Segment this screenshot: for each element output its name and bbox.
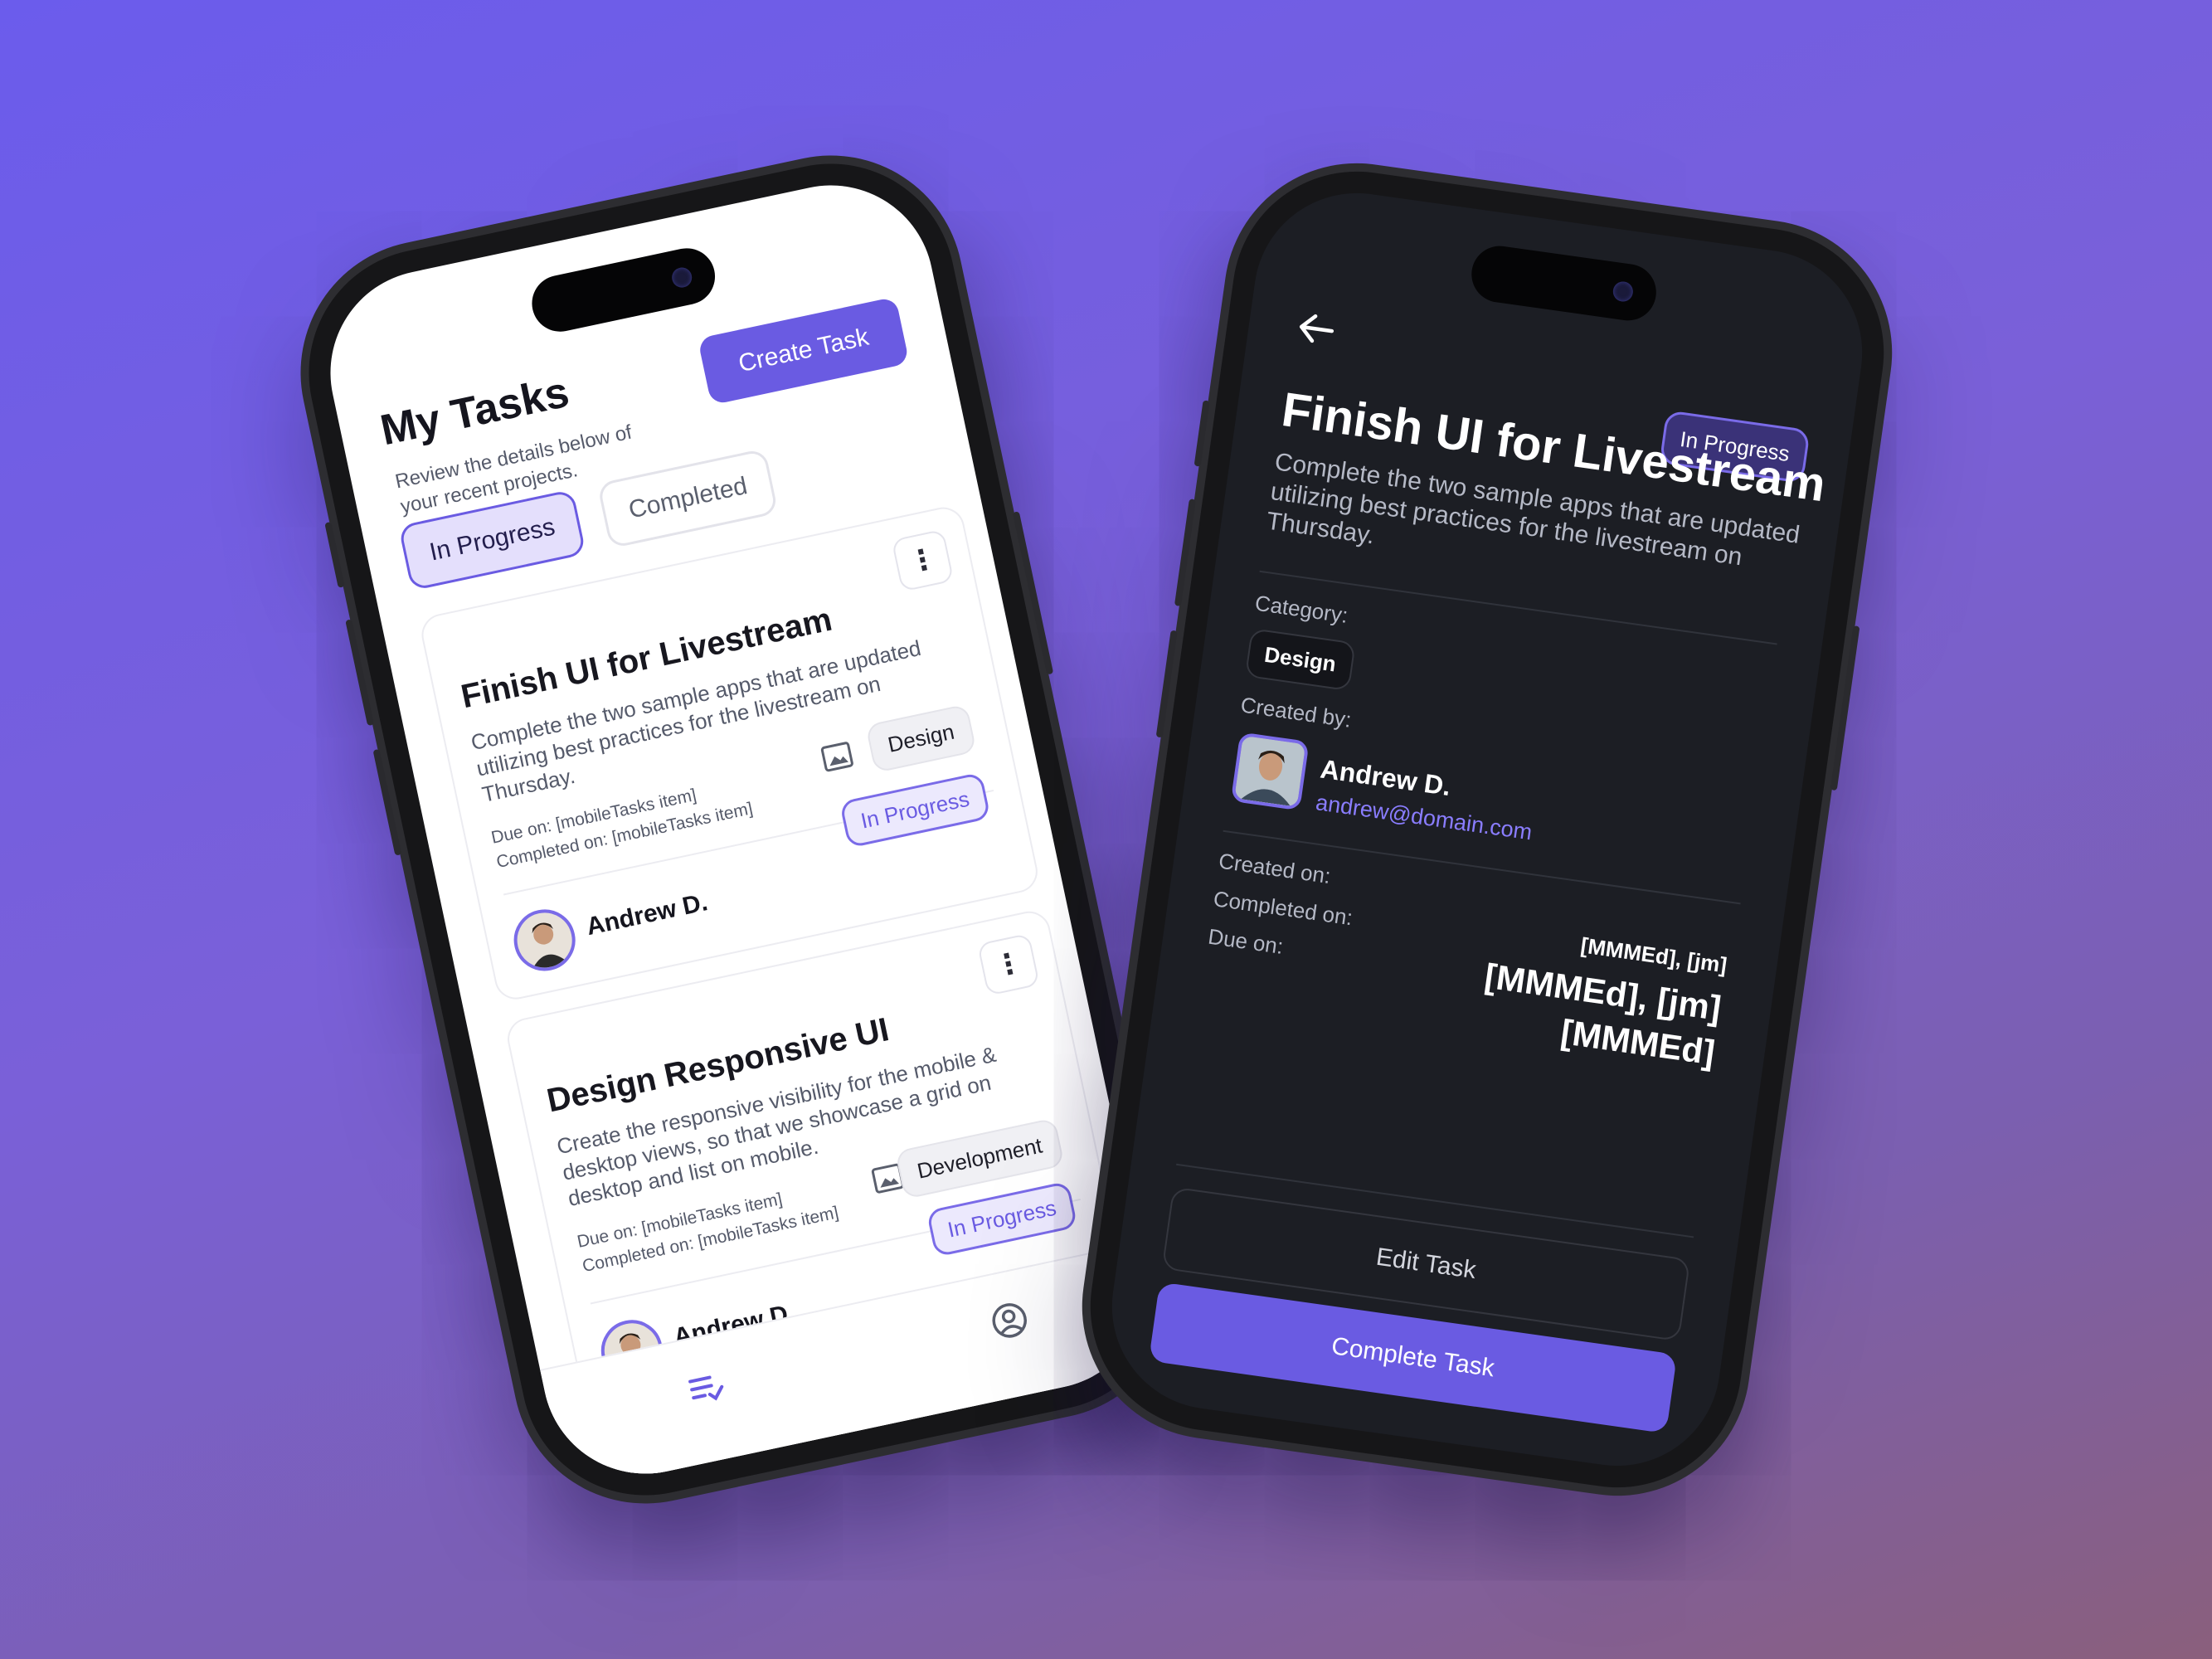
task-detail-screen: In Progress Finish UI for Livestream Com… — [1098, 179, 1876, 1480]
arrow-left-icon[interactable] — [1295, 309, 1337, 348]
phone-side-button — [324, 521, 345, 588]
phone-light-mockup: My Tasks Review the details below of you… — [285, 140, 1191, 1519]
created-by-label: Created by: — [1239, 692, 1354, 732]
phone-volume-up-button — [345, 619, 375, 727]
phone-side-button — [1194, 400, 1210, 467]
phone-dark-mockup: In Progress Finish UI for Livestream Com… — [1074, 155, 1900, 1504]
dynamic-island — [1467, 242, 1660, 324]
phone-volume-up-button — [1174, 499, 1196, 607]
phone-power-button — [1012, 511, 1054, 675]
phone-power-button — [1830, 625, 1860, 791]
account-circle-icon[interactable] — [988, 1299, 1031, 1342]
image-icon[interactable] — [819, 741, 854, 773]
avatar — [1230, 732, 1310, 811]
more-options-icon[interactable]: ⋮ — [977, 932, 1040, 996]
status-badge: In Progress — [926, 1180, 1078, 1258]
more-options-icon[interactable]: ⋮ — [891, 528, 955, 592]
created-on-label: Created on: — [1217, 848, 1333, 889]
dynamic-island — [527, 242, 721, 338]
tasks-checklist-icon[interactable] — [685, 1366, 728, 1409]
create-task-button[interactable]: Create Task — [698, 296, 910, 406]
phone-volume-down-button — [1155, 630, 1178, 738]
due-on-label: Due on: — [1206, 923, 1286, 959]
status-badge: In Progress — [839, 771, 991, 849]
completed-on-label: Completed on: — [1212, 886, 1354, 931]
task-list-screen: My Tasks Review the details below of you… — [311, 166, 1165, 1493]
category-label: Category: — [1253, 590, 1350, 628]
assignee-name: Andrew D. — [584, 888, 711, 941]
category-tag: Design — [1244, 628, 1356, 692]
avatar — [508, 903, 581, 977]
phone-volume-down-button — [372, 748, 402, 856]
